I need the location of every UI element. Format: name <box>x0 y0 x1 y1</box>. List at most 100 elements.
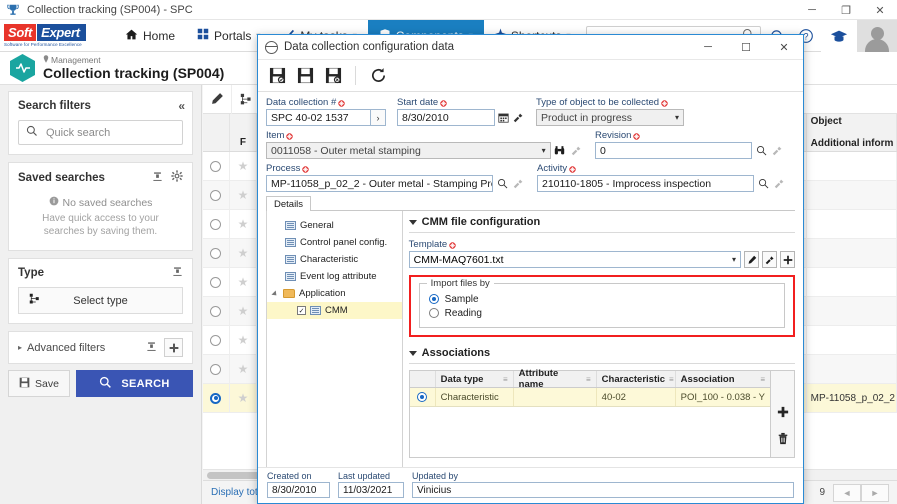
star-icon[interactable]: ★ <box>238 362 249 376</box>
dialog-minimize-button[interactable]: ─ <box>689 35 727 60</box>
row-radio[interactable] <box>210 218 222 230</box>
dialog-title-bar[interactable]: Data collection configuration data ─ ☐ ✕ <box>258 35 803 60</box>
save-as-icon[interactable] <box>294 65 316 87</box>
logo-soft-text: Soft <box>4 24 37 41</box>
tree-item-event-log-attribute[interactable]: Event log attribute <box>267 268 402 285</box>
star-icon[interactable]: ★ <box>238 333 249 347</box>
clear-field-icon[interactable] <box>773 175 787 192</box>
select-type-button[interactable]: Select type <box>18 287 183 314</box>
delete-row-icon[interactable] <box>771 425 795 451</box>
tree-item-application[interactable]: Application <box>267 285 402 302</box>
collapse-sidebar-icon[interactable]: « <box>178 99 185 113</box>
associations-side-actions <box>770 371 794 457</box>
edit-pencil-icon[interactable] <box>203 84 232 114</box>
clear-field-icon[interactable] <box>512 109 525 126</box>
display-total-link[interactable]: Display tota <box>211 487 263 498</box>
item-select[interactable]: 0011058 - Outer metal stamping ▾ <box>266 142 551 159</box>
row-radio[interactable] <box>210 305 222 317</box>
tree-item-cmm[interactable]: ✓ CMM <box>267 302 402 319</box>
save-close-icon[interactable] <box>322 65 344 87</box>
row-radio[interactable] <box>210 276 222 288</box>
data-collection-go-button[interactable]: › <box>371 109 386 126</box>
assoc-col-attribute-name[interactable]: Attribute name ≡ <box>514 368 597 390</box>
import-option-reading[interactable]: Reading <box>428 306 775 320</box>
clear-filter-icon[interactable] <box>146 341 157 355</box>
prev-page-button[interactable]: ◄ <box>833 483 861 502</box>
grid-col-select[interactable] <box>203 114 230 151</box>
os-close-button[interactable]: ✕ <box>863 0 897 20</box>
row-radio-selected[interactable] <box>210 392 222 404</box>
refresh-icon[interactable] <box>367 65 389 87</box>
row-radio[interactable] <box>210 334 222 346</box>
search-icon[interactable] <box>756 175 770 192</box>
row-radio[interactable] <box>210 247 222 259</box>
row-radio[interactable] <box>210 160 222 172</box>
clear-filter-icon[interactable] <box>152 171 163 185</box>
star-icon[interactable]: ★ <box>238 159 249 173</box>
import-option-sample[interactable]: Sample <box>428 292 775 306</box>
clear-field-icon[interactable] <box>512 175 526 192</box>
search-icon[interactable] <box>495 175 509 192</box>
add-row-icon[interactable] <box>771 399 795 425</box>
clear-template-icon[interactable] <box>762 251 777 268</box>
assoc-col-association[interactable]: Association ≡ <box>676 371 770 387</box>
edit-template-icon[interactable] <box>744 251 759 268</box>
os-restore-button[interactable]: ❐ <box>829 0 863 20</box>
save-icon[interactable] <box>266 65 288 87</box>
os-minimize-button[interactable]: ─ <box>795 0 829 20</box>
dialog-close-button[interactable]: ✕ <box>765 35 803 60</box>
expand-triangle-icon[interactable] <box>271 289 279 298</box>
start-date-input[interactable]: 8/30/2010 <box>397 109 495 126</box>
next-page-button[interactable]: ► <box>861 483 889 502</box>
star-icon[interactable]: ★ <box>238 188 249 202</box>
tree-item-general[interactable]: General <box>267 217 402 234</box>
template-select[interactable]: CMM-MAQ7601.txt ▾ <box>408 251 741 268</box>
assoc-col-characteristic[interactable]: Characteristic ≡ <box>597 371 676 387</box>
calendar-icon[interactable] <box>497 109 510 126</box>
object-type-select[interactable]: Product in progress ▾ <box>536 109 684 126</box>
data-collection-input[interactable]: SPC 40-02 1537 <box>266 109 371 126</box>
search-button[interactable]: SEARCH <box>76 370 193 397</box>
add-filter-button[interactable] <box>164 338 183 357</box>
checkbox-icon[interactable]: ✓ <box>297 306 306 315</box>
tree-item-characteristic[interactable]: Characteristic <box>267 251 402 268</box>
softexpert-logo[interactable]: Soft Expert Software for Performance Exc… <box>4 23 104 49</box>
dialog-maximize-button[interactable]: ☐ <box>727 35 765 60</box>
star-icon[interactable]: ★ <box>238 246 249 260</box>
save-filter-button[interactable]: Save <box>8 370 70 397</box>
search-icon[interactable] <box>754 142 769 159</box>
process-input[interactable]: MP-11058_p_02_2 - Outer metal - Stamping… <box>266 175 494 192</box>
star-icon[interactable]: ★ <box>238 275 249 289</box>
assoc-col-data-type[interactable]: Data type ≡ <box>436 371 514 387</box>
cmm-section-header[interactable]: CMM file configuration <box>408 216 795 228</box>
tab-details[interactable]: Details <box>266 196 312 211</box>
quick-search-input[interactable] <box>44 125 175 140</box>
star-icon[interactable]: ★ <box>238 217 249 231</box>
section-divider <box>408 232 795 233</box>
clear-field-icon[interactable] <box>770 142 785 159</box>
nav-item-home[interactable]: Home <box>114 20 186 52</box>
radio-sample[interactable] <box>428 294 439 304</box>
add-template-icon[interactable] <box>780 251 795 268</box>
revision-input[interactable]: 0 <box>595 142 752 159</box>
grid-col-favorite[interactable]: F <box>230 114 257 151</box>
radio-reading[interactable] <box>428 308 439 318</box>
academy-graduation-cap-icon[interactable] <box>821 20 857 52</box>
assoc-row-radio[interactable] <box>417 392 428 402</box>
advanced-filters-row[interactable]: ▸ Advanced filters <box>9 332 192 363</box>
clear-filter-icon[interactable] <box>172 266 183 280</box>
user-avatar[interactable] <box>857 20 897 52</box>
row-radio[interactable] <box>210 363 222 375</box>
quick-search-box[interactable] <box>18 120 183 145</box>
assoc-table-row[interactable]: Characteristic 40-02 POI_100 - 0.038 - Y <box>409 388 770 407</box>
star-icon[interactable]: ★ <box>238 304 249 318</box>
tree-item-control-panel-config[interactable]: Control panel config. <box>267 234 402 251</box>
gear-icon[interactable] <box>171 170 183 185</box>
associations-header[interactable]: Associations <box>408 347 795 359</box>
star-icon[interactable]: ★ <box>238 391 249 405</box>
row-radio[interactable] <box>210 189 222 201</box>
clear-field-icon[interactable] <box>569 142 584 159</box>
binoculars-icon[interactable] <box>553 142 568 159</box>
grid-col-object[interactable]: Object Additional inform <box>807 114 897 151</box>
activity-input[interactable]: 210110-1805 - Improcess inspection <box>537 175 755 192</box>
